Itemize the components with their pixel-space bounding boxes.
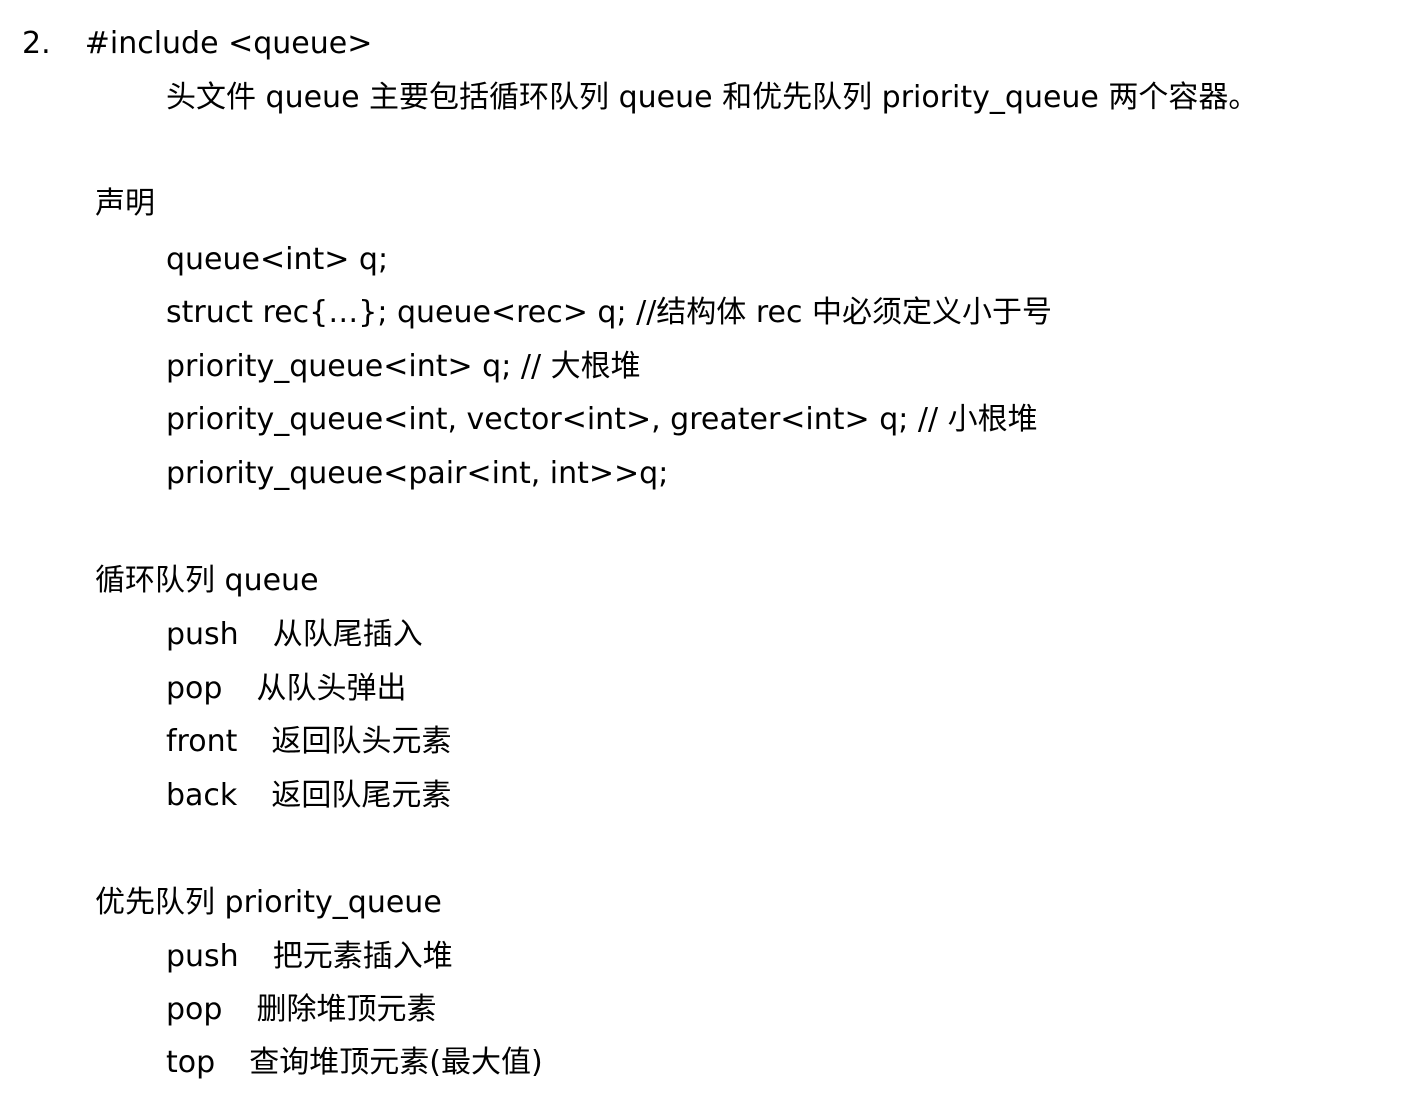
- section-title: #include <queue>: [84, 26, 373, 61]
- op-desc: 查询堆顶元素(最大值): [249, 1045, 543, 1080]
- intro-paragraph: 头文件 queue 主要包括循环队列 queue 和优先队列 priority_…: [166, 80, 1259, 115]
- declaration-line: queue<int> q;: [166, 242, 389, 277]
- circular-queue-title: 循环队列 queue: [95, 563, 319, 598]
- op-name: pop: [166, 671, 223, 706]
- op-desc: 删除堆顶元素: [256, 992, 437, 1027]
- queue-op-row: push 从队尾插入: [166, 615, 423, 655]
- declaration-line: priority_queue<int, vector<int>, greater…: [166, 402, 1038, 437]
- pq-op-row: push 把元素插入堆: [166, 937, 453, 977]
- op-name: push: [166, 617, 239, 652]
- op-name: push: [166, 939, 239, 974]
- section-heading: 2. #include <queue>: [22, 24, 372, 64]
- declaration-title: 声明: [95, 186, 155, 221]
- op-desc: 从队头弹出: [256, 671, 407, 706]
- section-number: 2.: [22, 26, 51, 61]
- op-desc: 返回队头元素: [271, 724, 452, 759]
- queue-op-row: pop 从队头弹出: [166, 669, 407, 709]
- op-desc: 从队尾插入: [272, 617, 423, 652]
- declaration-line: priority_queue<int> q; // 大根堆: [166, 349, 641, 384]
- op-desc: 返回队尾元素: [271, 778, 452, 813]
- declaration-line: priority_queue<pair<int, int>>q;: [166, 456, 669, 491]
- op-name: back: [166, 778, 238, 813]
- op-desc: 把元素插入堆: [272, 939, 453, 974]
- pq-op-row: top 查询堆顶元素(最大值): [166, 1043, 543, 1083]
- queue-op-row: front 返回队头元素: [166, 722, 451, 762]
- queue-op-row: back 返回队尾元素: [166, 776, 451, 816]
- op-name: top: [166, 1045, 216, 1080]
- declaration-line: struct rec{…}; queue<rec> q; //结构体 rec 中…: [166, 295, 1052, 330]
- op-name: front: [166, 724, 238, 759]
- priority-queue-title: 优先队列 priority_queue: [95, 885, 442, 920]
- op-name: pop: [166, 992, 223, 1027]
- pq-op-row: pop 删除堆顶元素: [166, 990, 437, 1030]
